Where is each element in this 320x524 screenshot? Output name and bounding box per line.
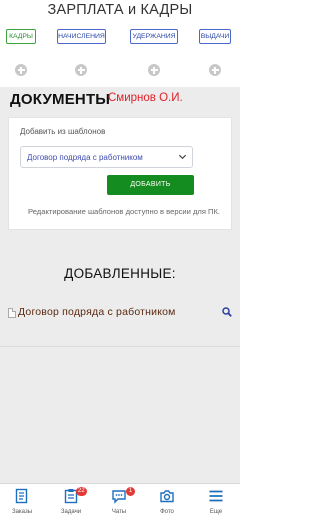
add-plus-icon[interactable] [15, 64, 27, 76]
added-document-name[interactable]: Договор подряда с работником [18, 306, 176, 318]
tab-uderzhaniya[interactable]: УДЕРЖАНИЯ [130, 29, 178, 44]
nav-label-more: Еще [209, 509, 223, 515]
tab-kadry[interactable]: КАДРЫ [6, 29, 36, 44]
add-plus-icon[interactable] [148, 64, 160, 76]
nav-item-photo[interactable]: Фото [147, 488, 187, 522]
nav-item-orders[interactable]: Заказы [2, 488, 42, 522]
add-plus-icon[interactable] [209, 64, 221, 76]
tab-nachisleniya[interactable]: НАЧИСЛЕНИЯ [57, 29, 106, 44]
nav-label-photo: Фото [160, 509, 174, 515]
bottom-nav: Заказы 22 Задачи 1 Чаты Фото Еще [0, 483, 240, 524]
chevron-down-icon [178, 154, 187, 160]
nav-label-chats: Чаты [111, 509, 127, 515]
orders-icon [15, 488, 28, 504]
camera-icon [160, 490, 174, 503]
added-section-title: ДОБАВЛЕННЫЕ: [64, 266, 176, 281]
template-select[interactable]: Договор подряда с работником [20, 146, 193, 168]
nav-label-orders: Заказы [11, 509, 33, 515]
chat-icon [112, 490, 126, 504]
nav-item-more[interactable]: Еще [196, 488, 236, 522]
chats-badge: 1 [126, 487, 135, 496]
add-template-button[interactable]: ДОБАВИТЬ [107, 175, 194, 195]
add-plus-icon[interactable] [75, 64, 87, 76]
tab-vydachi[interactable]: ВЫДАЧИ [199, 29, 231, 44]
menu-icon [209, 490, 223, 502]
search-icon[interactable] [222, 307, 232, 317]
template-select-value: Договор подряда с работником [27, 153, 143, 162]
user-name: Смирнов О.И. [108, 92, 183, 104]
list-item[interactable]: Договор подряда с работником [8, 306, 234, 322]
app-title: ЗАРПЛАТА и КАДРЫ [47, 2, 193, 18]
tasks-badge: 22 [76, 487, 87, 496]
nav-label-tasks: Задачи [60, 509, 82, 515]
divider [0, 346, 240, 347]
section-tabs: КАДРЫ НАЧИСЛЕНИЯ УДЕРЖАНИЯ ВЫДАЧИ [0, 29, 240, 45]
templates-label: Добавить из шаблонов [20, 127, 106, 136]
page-title: ДОКУМЕНТЫ [10, 91, 111, 108]
templates-hint: Редактирование шаблонов доступно в верси… [28, 207, 221, 216]
nav-item-chats[interactable]: 1 Чаты [99, 487, 139, 522]
nav-item-tasks[interactable]: 22 Задачи [51, 487, 91, 522]
document-icon [8, 308, 16, 318]
